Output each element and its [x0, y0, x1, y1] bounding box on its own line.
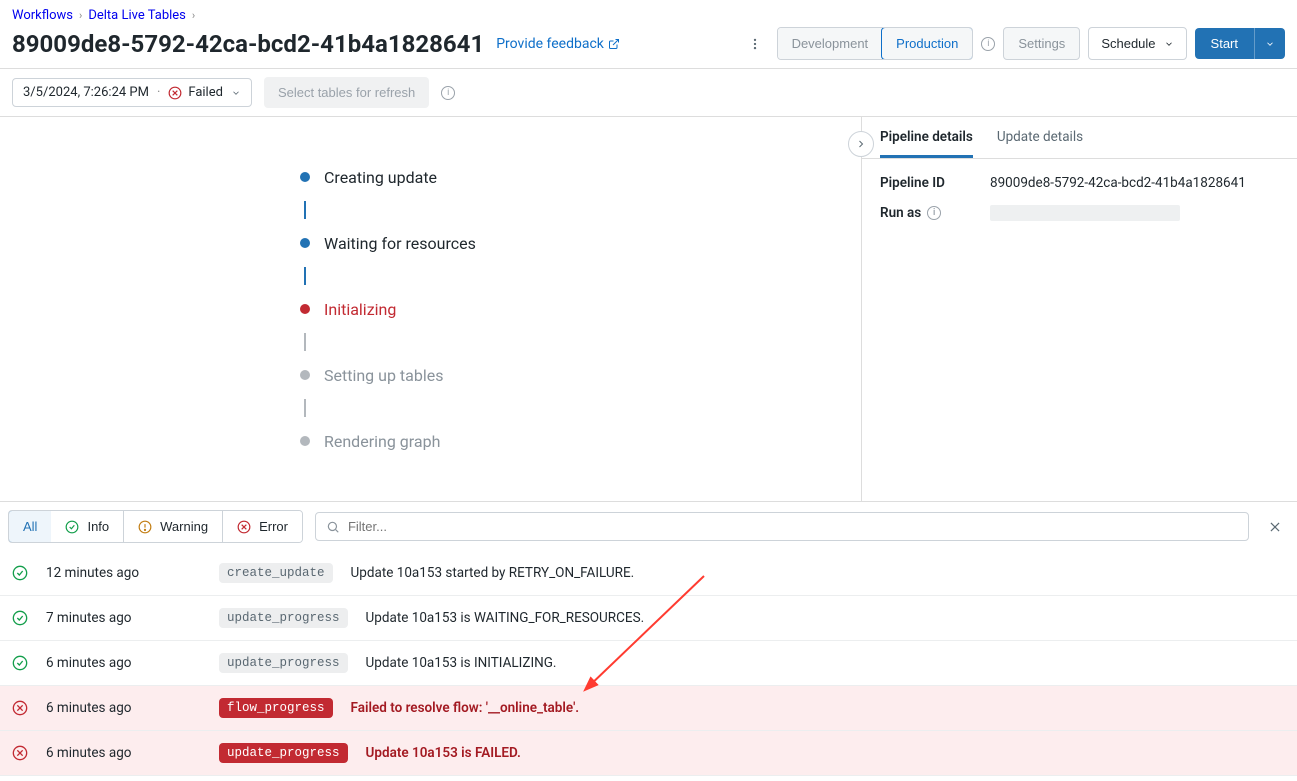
filter-warning[interactable]: Warning	[124, 511, 223, 542]
log-time: 6 minutes ago	[46, 655, 201, 671]
filter-error[interactable]: Error	[223, 511, 302, 542]
log-msg: Update 10a153 is WAITING_FOR_RESOURCES.	[366, 610, 1285, 626]
collapse-panel-button[interactable]	[848, 131, 874, 157]
start-button-group: Start	[1195, 28, 1285, 59]
detail-tabs: Pipeline details Update details	[862, 117, 1297, 159]
chevron-down-icon	[1164, 39, 1174, 49]
start-button[interactable]: Start	[1195, 28, 1254, 59]
log-tag: update_progress	[219, 608, 348, 628]
check-circle-icon	[12, 610, 28, 626]
schedule-button[interactable]: Schedule	[1088, 27, 1186, 60]
mode-production[interactable]: Production	[881, 27, 973, 60]
log-search-input[interactable]	[348, 519, 1238, 534]
log-time: 7 minutes ago	[46, 610, 201, 626]
detail-key-runas: Run as i	[880, 205, 970, 221]
error-circle-icon	[12, 745, 28, 761]
kebab-menu-button[interactable]	[741, 30, 769, 58]
step-setting-up-tables: Setting up tables	[300, 351, 801, 399]
details-body: Pipeline ID 89009de8-5792-42ca-bcd2-41b4…	[862, 159, 1297, 251]
run-status-dropdown[interactable]: 3/5/2024, 7:26:24 PM · Failed	[12, 78, 252, 107]
mode-development[interactable]: Development	[778, 28, 883, 59]
check-circle-icon	[12, 655, 28, 671]
log-row[interactable]: 6 minutes ago update_progress Update 10a…	[0, 731, 1297, 776]
page-title: 89009de8-5792-42ca-bcd2-41b4a1828641	[12, 30, 484, 58]
log-msg: Update 10a153 started by RETRY_ON_FAILUR…	[351, 565, 1285, 581]
breadcrumb-workflows[interactable]: Workflows	[12, 8, 73, 23]
kebab-icon	[748, 37, 762, 51]
graph-pane: Creating update Waiting for resources In…	[0, 117, 861, 501]
pipeline-steps: Creating update Waiting for resources In…	[300, 153, 801, 465]
mode-toggle: Development Production	[777, 27, 974, 60]
step-rendering-graph: Rendering graph	[300, 417, 801, 465]
external-link-icon	[608, 38, 620, 50]
warning-circle-icon	[138, 520, 152, 534]
log-row[interactable]: 6 minutes ago update_progress Update 10a…	[0, 641, 1297, 686]
provide-feedback-link[interactable]: Provide feedback	[496, 36, 620, 52]
chevron-down-icon	[1265, 39, 1275, 49]
select-tables-button[interactable]: Select tables for refresh	[264, 77, 429, 108]
log-search[interactable]	[315, 512, 1249, 541]
error-circle-icon	[237, 520, 251, 534]
filter-error-label: Error	[259, 519, 288, 534]
log-time: 6 minutes ago	[46, 700, 201, 716]
info-icon[interactable]: i	[927, 206, 941, 220]
error-circle-icon	[168, 86, 182, 100]
close-logs-button[interactable]	[1261, 513, 1289, 541]
chevron-right-icon	[855, 138, 867, 150]
run-bar: 3/5/2024, 7:26:24 PM · Failed Select tab…	[0, 69, 1297, 117]
filter-info[interactable]: Info	[51, 511, 124, 542]
run-status-text: Failed	[188, 85, 223, 100]
log-toolbar: All Info Warning Error	[0, 501, 1297, 551]
filter-all[interactable]: All	[8, 510, 52, 543]
separator-dot: ·	[157, 85, 160, 100]
chevron-right-icon: ›	[192, 9, 195, 22]
check-circle-icon	[65, 520, 79, 534]
error-circle-icon	[12, 700, 28, 716]
feedback-label: Provide feedback	[496, 36, 604, 52]
detail-val-runas-redacted	[990, 205, 1180, 221]
header: Workflows › Delta Live Tables › 89009de8…	[0, 0, 1297, 69]
filter-warning-label: Warning	[160, 519, 208, 534]
log-time: 12 minutes ago	[46, 565, 201, 581]
check-circle-icon	[12, 565, 28, 581]
run-timestamp: 3/5/2024, 7:26:24 PM	[23, 85, 149, 100]
filter-info-label: Info	[87, 519, 109, 534]
info-icon[interactable]: i	[981, 37, 995, 51]
log-msg: Failed to resolve flow: '__online_table'…	[351, 700, 1285, 716]
log-row[interactable]: 6 minutes ago flow_progress Failed to re…	[0, 686, 1297, 731]
chevron-down-icon	[231, 88, 241, 98]
schedule-label: Schedule	[1101, 36, 1155, 51]
search-icon	[326, 520, 340, 534]
info-icon[interactable]: i	[441, 86, 455, 100]
log-msg: Update 10a153 is FAILED.	[366, 745, 1285, 761]
log-level-filter: All Info Warning Error	[8, 510, 303, 543]
step-initializing: Initializing	[300, 285, 801, 333]
close-icon	[1268, 520, 1282, 534]
tab-pipeline-details[interactable]: Pipeline details	[880, 129, 973, 158]
detail-val-pipeline-id: 89009de8-5792-42ca-bcd2-41b4a1828641	[990, 175, 1246, 191]
step-creating-update: Creating update	[300, 153, 801, 201]
log-tag: update_progress	[219, 743, 348, 763]
log-tag: flow_progress	[219, 698, 333, 718]
log-tag: create_update	[219, 563, 333, 583]
log-msg: Update 10a153 is INITIALIZING.	[366, 655, 1285, 671]
start-dropdown-button[interactable]	[1254, 28, 1285, 59]
log-row[interactable]: 12 minutes ago create_update Update 10a1…	[0, 551, 1297, 596]
log-time: 6 minutes ago	[46, 745, 201, 761]
detail-key-pipeline-id: Pipeline ID	[880, 175, 970, 191]
main-content: Creating update Waiting for resources In…	[0, 117, 1297, 501]
log-tag: update_progress	[219, 653, 348, 673]
log-list: 12 minutes ago create_update Update 10a1…	[0, 551, 1297, 776]
chevron-right-icon: ›	[79, 9, 82, 22]
settings-button[interactable]: Settings	[1003, 27, 1080, 60]
breadcrumb-dlt[interactable]: Delta Live Tables	[88, 8, 186, 23]
breadcrumb: Workflows › Delta Live Tables ›	[12, 8, 1285, 23]
step-waiting-resources: Waiting for resources	[300, 219, 801, 267]
side-panel: Pipeline details Update details Pipeline…	[861, 117, 1297, 501]
log-row[interactable]: 7 minutes ago update_progress Update 10a…	[0, 596, 1297, 641]
tab-update-details[interactable]: Update details	[997, 129, 1083, 158]
